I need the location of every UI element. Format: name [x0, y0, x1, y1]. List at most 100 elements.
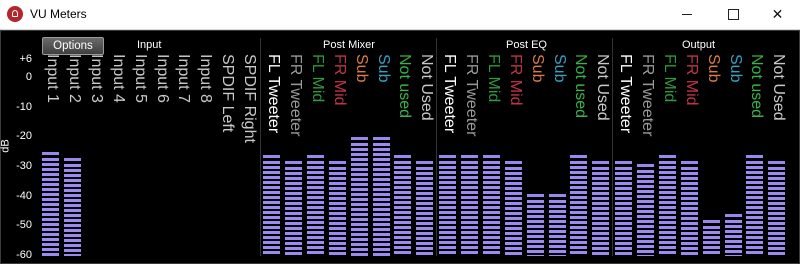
channel-label: FR Tweeter [286, 54, 304, 137]
peak-indicator [570, 155, 588, 159]
peak-indicator [284, 160, 302, 164]
level-fill [658, 161, 676, 256]
y-tick-label: -40 [16, 189, 32, 202]
window-title: VU Meters [30, 7, 87, 21]
channel-label: Sub [352, 54, 370, 83]
level-meter-bar [263, 155, 280, 256]
channel-label: FL Mid [484, 54, 502, 103]
level-meter-bar [504, 160, 522, 256]
peak-indicator [724, 214, 742, 218]
peak-indicator [526, 193, 544, 197]
level-meter-bar [416, 160, 434, 256]
y-tick-label: -30 [16, 159, 32, 172]
channel-label: Input 6 [153, 54, 171, 103]
peak-indicator [702, 220, 720, 224]
level-meter-bar [724, 214, 742, 256]
level-meter-bar [702, 220, 720, 256]
channel-label: Sub [374, 54, 392, 83]
channel-label: FL Mid [308, 54, 326, 103]
peak-indicator [592, 160, 610, 164]
channel-label: Not used [572, 54, 590, 119]
peak-indicator [504, 160, 522, 164]
peak-indicator [63, 158, 81, 161]
level-fill [746, 161, 764, 256]
level-fill [439, 161, 456, 256]
level-fill [306, 161, 324, 256]
level-fill [548, 199, 566, 256]
level-meter-bar [548, 193, 566, 256]
level-fill [636, 169, 654, 256]
level-meter-bar [768, 160, 786, 256]
section-title-post-mixer: Post Mixer [323, 39, 375, 51]
options-button[interactable]: Options [42, 37, 104, 55]
channel-label: Not Used [770, 54, 788, 121]
section-title-input: Input [137, 39, 162, 51]
app-logo-icon [7, 6, 23, 22]
level-fill [372, 143, 390, 256]
section-divider [436, 38, 437, 256]
channel-label: Not used [748, 54, 766, 119]
peak-indicator [548, 193, 566, 197]
channel-label: Not Used [418, 54, 436, 121]
peak-indicator [746, 155, 764, 159]
y-axis-unit: dB [0, 139, 12, 153]
level-fill [680, 166, 698, 256]
channel-label: Sub [528, 54, 546, 83]
channel-label: Input 4 [109, 54, 127, 103]
level-fill [504, 166, 522, 256]
level-fill [350, 143, 368, 256]
level-fill [482, 161, 500, 256]
level-fill [702, 226, 720, 256]
close-icon: ✕ [771, 6, 784, 22]
level-meter-bar [372, 137, 390, 256]
level-fill [460, 161, 478, 256]
channel-label: FL Tweeter [265, 54, 282, 134]
peak-indicator [680, 160, 698, 164]
minimize-button[interactable] [665, 0, 710, 29]
channel-label: Not used [396, 54, 414, 119]
channel-label: Sub [726, 54, 744, 83]
peak-indicator [636, 163, 654, 167]
peak-indicator [306, 155, 324, 159]
level-fill [768, 166, 786, 256]
level-fill [570, 161, 588, 256]
level-fill [63, 164, 81, 256]
peak-indicator [42, 152, 59, 156]
maximize-button[interactable] [710, 0, 755, 29]
peak-indicator [328, 160, 346, 164]
section-divider [612, 38, 613, 256]
peak-indicator [439, 155, 456, 159]
minimize-icon [682, 14, 692, 15]
section-title-post-eq: Post EQ [506, 39, 547, 51]
level-meter-bar [615, 160, 632, 256]
level-meter-bar [482, 155, 500, 256]
level-fill [394, 161, 412, 256]
level-meter-bar [328, 160, 346, 256]
y-tick-label: -20 [16, 130, 32, 143]
level-fill [592, 166, 610, 256]
peak-indicator [768, 160, 786, 164]
level-meter-bar [658, 155, 676, 256]
peak-indicator [482, 155, 500, 159]
vu-meter-panel: Options dB +6 0 -10 -20 -30 -40 -50 -60 Input P… [0, 30, 800, 264]
level-meter-bar [306, 155, 324, 256]
level-fill [42, 158, 59, 256]
close-button[interactable]: ✕ [755, 0, 800, 29]
y-tick-label: +6 [19, 53, 32, 65]
channel-label: Input 3 [87, 54, 105, 103]
level-meter-bar [42, 152, 59, 256]
channel-label: Input 1 [44, 54, 61, 103]
channel-label: Input 2 [65, 54, 83, 103]
channel-label: FR Tweeter [462, 54, 480, 137]
level-meter-bar [570, 155, 588, 256]
peak-indicator [350, 137, 368, 141]
peak-indicator [372, 137, 390, 141]
level-meter-bar [394, 155, 412, 256]
section-divider [260, 38, 261, 256]
channel-label: Sub [550, 54, 568, 83]
level-meter-bar [284, 160, 302, 256]
channel-label: Sub [704, 54, 722, 83]
channel-label: Not Used [594, 54, 612, 121]
level-fill [328, 166, 346, 256]
channel-label: FR Mid [682, 54, 700, 106]
